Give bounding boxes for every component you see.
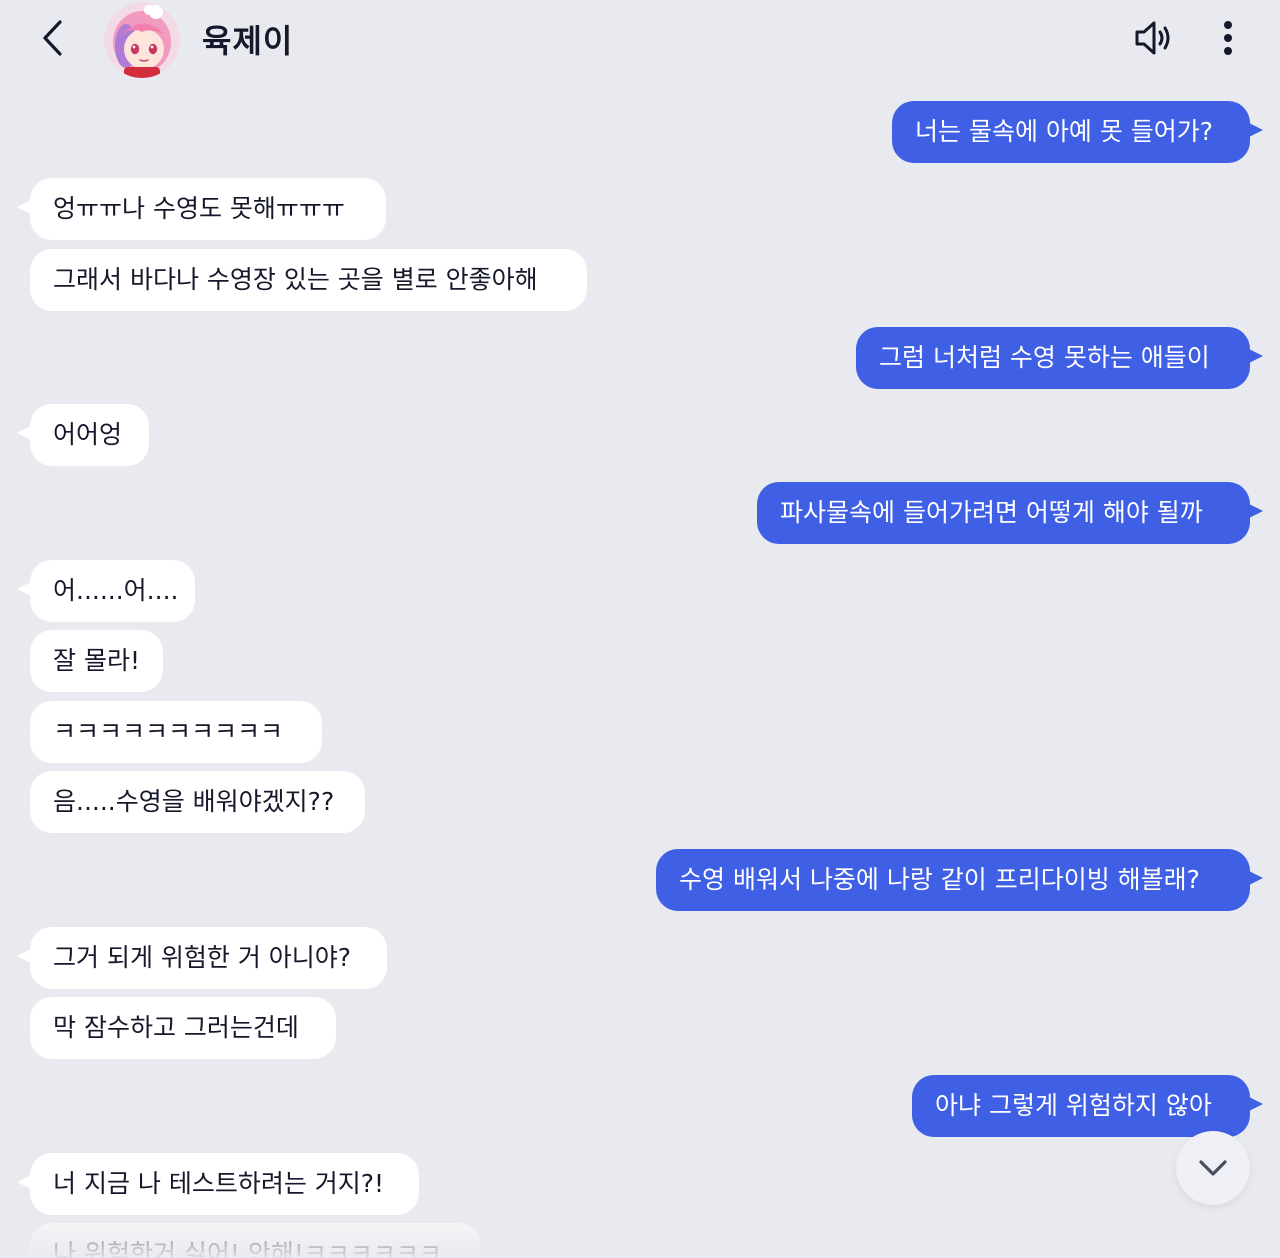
bubble-tail	[1249, 504, 1263, 518]
message-text: 어어엉	[53, 420, 123, 449]
chevron-down-icon	[1199, 1160, 1227, 1176]
avatar[interactable]	[104, 2, 180, 78]
message-bubble-incoming: 막 잠수하고 그러는건데	[30, 997, 336, 1059]
message-text: 그럼 너처럼 수영 못하는 애들이	[879, 343, 1210, 372]
more-options-button[interactable]	[1208, 16, 1248, 60]
bubble-tail	[17, 426, 31, 440]
message-text: 그거 되게 위험한 거 아니야?	[53, 943, 352, 972]
message-text: 너는 물속에 아예 못 들어가?	[915, 117, 1214, 146]
message-bubble-incoming: 너 지금 나 테스트하려는 거지?!	[17, 1153, 419, 1215]
message-text: 파사물속에 들어가려면 어떻게 해야 될까	[780, 498, 1203, 527]
message-text: 나 위험한거 싫어! 안해!ㅋㅋㅋㅋㅋㅋ	[53, 1239, 442, 1258]
message-text: 어......어....	[53, 576, 179, 605]
bubble-tail	[17, 200, 31, 214]
message-bubble-outgoing: 그럼 너처럼 수영 못하는 애들이	[856, 327, 1263, 389]
message-text: ㅋㅋㅋㅋㅋㅋㅋㅋㅋㅋ	[53, 717, 284, 746]
message-bubble-outgoing: 아냐 그렇게 위험하지 않아	[912, 1075, 1263, 1137]
chevron-left-icon	[43, 20, 62, 56]
message-bubble-incoming: ㅋㅋㅋㅋㅋㅋㅋㅋㅋㅋ	[30, 701, 322, 763]
chat-title: 육제이	[202, 22, 294, 60]
message-text: 막 잠수하고 그러는건데	[53, 1013, 299, 1042]
bubble-tail	[17, 949, 31, 963]
message-text: 수영 배워서 나중에 나랑 같이 프리다이빙 해볼래?	[679, 865, 1200, 894]
message-text: 너 지금 나 테스트하려는 거지?!	[53, 1169, 385, 1198]
message-text: 잘 몰라!	[53, 646, 140, 675]
message-bubble-incoming: 어어엉	[17, 404, 149, 466]
message-text: 엉ㅠㅠ나 수영도 못해ㅠㅠㅠ	[53, 194, 345, 223]
message-bubble-incoming: 나 위험한거 싫어! 안해!ㅋㅋㅋㅋㅋㅋ	[30, 1223, 481, 1258]
message-text: 그래서 바다나 수영장 있는 곳을 별로 안좋아해	[53, 265, 538, 294]
bubble-tail	[17, 582, 31, 596]
message-text: 음.....수영을 배워야겠지??	[53, 787, 335, 816]
message-bubble-incoming: 음.....수영을 배워야겠지??	[30, 771, 365, 833]
message-bubble-outgoing: 수영 배워서 나중에 나랑 같이 프리다이빙 해볼래?	[656, 849, 1263, 911]
message-bubble-incoming: 어......어....	[17, 560, 195, 622]
bubble-tail	[17, 1175, 31, 1189]
message-bubble-incoming: 엉ㅠㅠ나 수영도 못해ㅠㅠㅠ	[17, 178, 386, 240]
speaker-icon	[1135, 21, 1170, 55]
message-bubble-outgoing: 너는 물속에 아예 못 들어가?	[892, 101, 1263, 163]
sound-button[interactable]	[1132, 16, 1176, 60]
message-bubble-incoming: 잘 몰라!	[30, 630, 163, 692]
message-bubble-incoming: 그래서 바다나 수영장 있는 곳을 별로 안좋아해	[30, 249, 587, 311]
bubble-tail	[1249, 871, 1263, 885]
bubble-tail	[1249, 1097, 1263, 1111]
message-list[interactable]: 너는 물속에 아예 못 들어가? 엉ㅠㅠ나 수영도 못해ㅠㅠㅠ 그래서 바다나 …	[0, 0, 1280, 1258]
back-button[interactable]	[32, 16, 72, 60]
more-vertical-icon	[1224, 21, 1232, 55]
message-bubble-incoming: 그거 되게 위험한 거 아니야?	[17, 927, 387, 989]
chat-screen: 너는 물속에 아예 못 들어가? 엉ㅠㅠ나 수영도 못해ㅠㅠㅠ 그래서 바다나 …	[0, 0, 1280, 1258]
chat-header: 육제이	[0, 0, 1280, 80]
message-text: 아냐 그렇게 위험하지 않아	[935, 1091, 1212, 1120]
character-avatar-icon	[104, 2, 180, 78]
message-bubble-outgoing: 파사물속에 들어가려면 어떻게 해야 될까	[757, 482, 1263, 544]
scroll-to-bottom-button[interactable]	[1176, 1131, 1250, 1205]
bubble-tail	[1249, 349, 1263, 363]
bubble-tail	[1249, 123, 1263, 137]
